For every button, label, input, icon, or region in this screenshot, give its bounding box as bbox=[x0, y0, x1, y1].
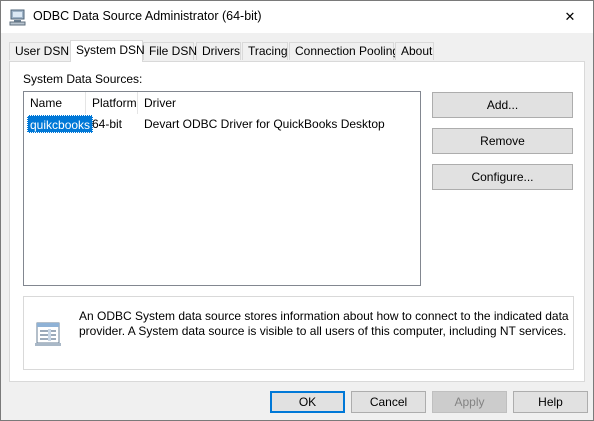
system-data-sources-label: System Data Sources: bbox=[23, 72, 143, 86]
cancel-button[interactable]: Cancel bbox=[351, 391, 426, 413]
odbc-admin-icon bbox=[9, 8, 27, 26]
column-label: Name bbox=[30, 96, 63, 110]
tab-drivers[interactable]: Drivers bbox=[196, 42, 241, 60]
column-header-name[interactable]: Name bbox=[24, 92, 86, 114]
column-header-platform[interactable]: Platform bbox=[86, 92, 138, 114]
remove-button[interactable]: Remove bbox=[432, 128, 573, 154]
column-header-driver[interactable]: Driver bbox=[138, 92, 420, 114]
configure-button[interactable]: Configure... bbox=[432, 164, 573, 190]
tab-label: Connection Pooling bbox=[295, 44, 400, 58]
ok-button[interactable]: OK bbox=[270, 391, 345, 413]
tab-label: Drivers bbox=[202, 44, 240, 58]
tab-about[interactable]: About bbox=[395, 42, 434, 60]
tab-tracing[interactable]: Tracing bbox=[242, 42, 288, 60]
apply-button[interactable]: Apply bbox=[432, 391, 507, 413]
list-header: Name Platform Driver bbox=[24, 92, 420, 114]
close-icon: ✕ bbox=[564, 9, 576, 24]
odbc-admin-window: ODBC Data Source Administrator (64-bit) … bbox=[0, 0, 594, 421]
tab-file-dsn[interactable]: File DSN bbox=[143, 42, 198, 60]
tab-label: Tracing bbox=[248, 44, 288, 58]
data-sources-list[interactable]: Name Platform Driver quikcbooks 64-bit D… bbox=[23, 91, 421, 286]
tab-label: File DSN bbox=[149, 44, 198, 58]
column-label: Platform bbox=[92, 96, 137, 110]
tab-label: System DSN bbox=[76, 43, 145, 57]
cell-platform: 64-bit bbox=[92, 117, 123, 131]
tab-system-dsn[interactable]: System DSN bbox=[70, 40, 145, 62]
window-title: ODBC Data Source Administrator (64-bit) bbox=[33, 9, 262, 23]
info-box: An ODBC System data source stores inform… bbox=[23, 296, 574, 370]
tab-label: About bbox=[401, 44, 433, 58]
data-source-info-icon bbox=[33, 317, 65, 349]
cell-driver: Devart ODBC Driver for QuickBooks Deskto… bbox=[144, 117, 385, 131]
system-dsn-panel: System Data Sources: Name Platform Drive… bbox=[9, 61, 585, 382]
add-button[interactable]: Add... bbox=[432, 92, 573, 118]
help-button[interactable]: Help bbox=[513, 391, 588, 413]
table-row[interactable]: quikcbooks 64-bit Devart ODBC Driver for… bbox=[24, 115, 420, 133]
close-button[interactable]: ✕ bbox=[547, 1, 593, 33]
tab-label: User DSN bbox=[15, 44, 70, 58]
info-description: An ODBC System data source stores inform… bbox=[79, 309, 569, 338]
title-bar[interactable]: ODBC Data Source Administrator (64-bit) … bbox=[1, 1, 593, 33]
cell-name: quikcbooks bbox=[27, 115, 94, 133]
column-label: Driver bbox=[144, 96, 176, 110]
tab-connection-pooling[interactable]: Connection Pooling bbox=[289, 42, 399, 60]
tab-user-dsn[interactable]: User DSN bbox=[9, 42, 71, 60]
